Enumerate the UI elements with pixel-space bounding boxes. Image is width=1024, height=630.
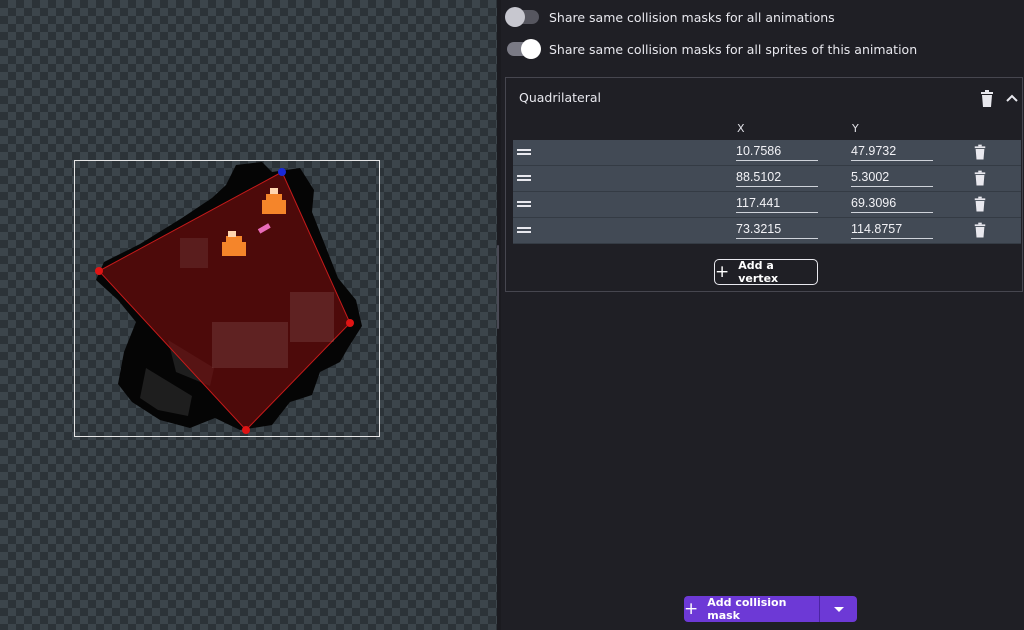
plus-icon: + <box>715 261 730 282</box>
vertex-y-input[interactable]: 47.9732 <box>851 143 933 161</box>
vertex-row: 73.3215 114.8757 <box>513 218 1021 244</box>
vertex-row: 117.441 69.3096 <box>513 192 1021 218</box>
drag-handle-icon[interactable] <box>517 200 531 208</box>
vertex-row: 10.7586 47.9732 <box>513 140 1021 166</box>
trash-icon[interactable] <box>973 170 987 187</box>
x-column-header: X <box>737 122 745 135</box>
vertex-handle-origin[interactable] <box>278 168 286 176</box>
toggle-switch[interactable] <box>505 7 539 27</box>
drag-handle-icon[interactable] <box>517 226 531 234</box>
vertex-table: 10.7586 47.9732 88.5102 5.3002 117.441 6… <box>513 140 1021 244</box>
splitter-grip[interactable] <box>497 245 499 329</box>
vertex-handle[interactable] <box>242 426 250 434</box>
drag-handle-icon[interactable] <box>517 174 531 182</box>
add-mask-dropdown-button[interactable] <box>820 596 857 622</box>
vertex-row: 88.5102 5.3002 <box>513 166 1021 192</box>
trash-icon[interactable] <box>973 196 987 213</box>
collision-mask-panel: Share same collision masks for all anima… <box>501 0 1024 630</box>
vertex-x-input[interactable]: 73.3215 <box>736 221 818 239</box>
toggle-label: Share same collision masks for all anima… <box>549 9 835 25</box>
toggle-switch[interactable] <box>507 39 541 59</box>
trash-icon[interactable] <box>973 222 987 239</box>
vertex-x-input[interactable]: 88.5102 <box>736 169 818 187</box>
vertex-y-input[interactable]: 5.3002 <box>851 169 933 187</box>
vertex-y-input[interactable]: 114.8757 <box>851 221 933 239</box>
vertex-x-input[interactable]: 10.7586 <box>736 143 818 161</box>
add-collision-mask-label: Add collision mask <box>707 596 787 622</box>
collision-mask-preview[interactable] <box>0 0 497 630</box>
vertex-handle[interactable] <box>95 267 103 275</box>
toggle-share-all-sprites[interactable]: Share same collision masks for all sprit… <box>507 37 917 61</box>
vertex-y-input[interactable]: 69.3096 <box>851 195 933 213</box>
caret-down-icon <box>833 606 844 612</box>
preview-canvas <box>74 160 380 437</box>
mask-title: Quadrilateral <box>519 90 601 105</box>
y-column-header: Y <box>852 122 859 135</box>
chevron-up-icon[interactable] <box>1004 90 1020 108</box>
trash-icon[interactable] <box>979 90 995 108</box>
vertex-x-input[interactable]: 117.441 <box>736 195 818 213</box>
vertex-handle[interactable] <box>346 319 354 327</box>
add-collision-mask-button[interactable]: + Add collision mask <box>684 596 819 622</box>
drag-handle-icon[interactable] <box>517 148 531 156</box>
plus-icon: + <box>684 598 699 619</box>
collision-mask-card: Quadrilateral X Y 10.7586 47.9732 88.510… <box>505 77 1023 292</box>
toggle-share-all-animations[interactable]: Share same collision masks for all anima… <box>505 5 835 29</box>
trash-icon[interactable] <box>973 144 987 161</box>
toggle-label: Share same collision masks for all sprit… <box>549 41 918 57</box>
add-vertex-label: Add a vertex <box>738 259 779 285</box>
add-vertex-button[interactable]: + Add a vertex <box>714 259 818 285</box>
add-collision-mask-split-button: + Add collision mask <box>684 596 857 622</box>
